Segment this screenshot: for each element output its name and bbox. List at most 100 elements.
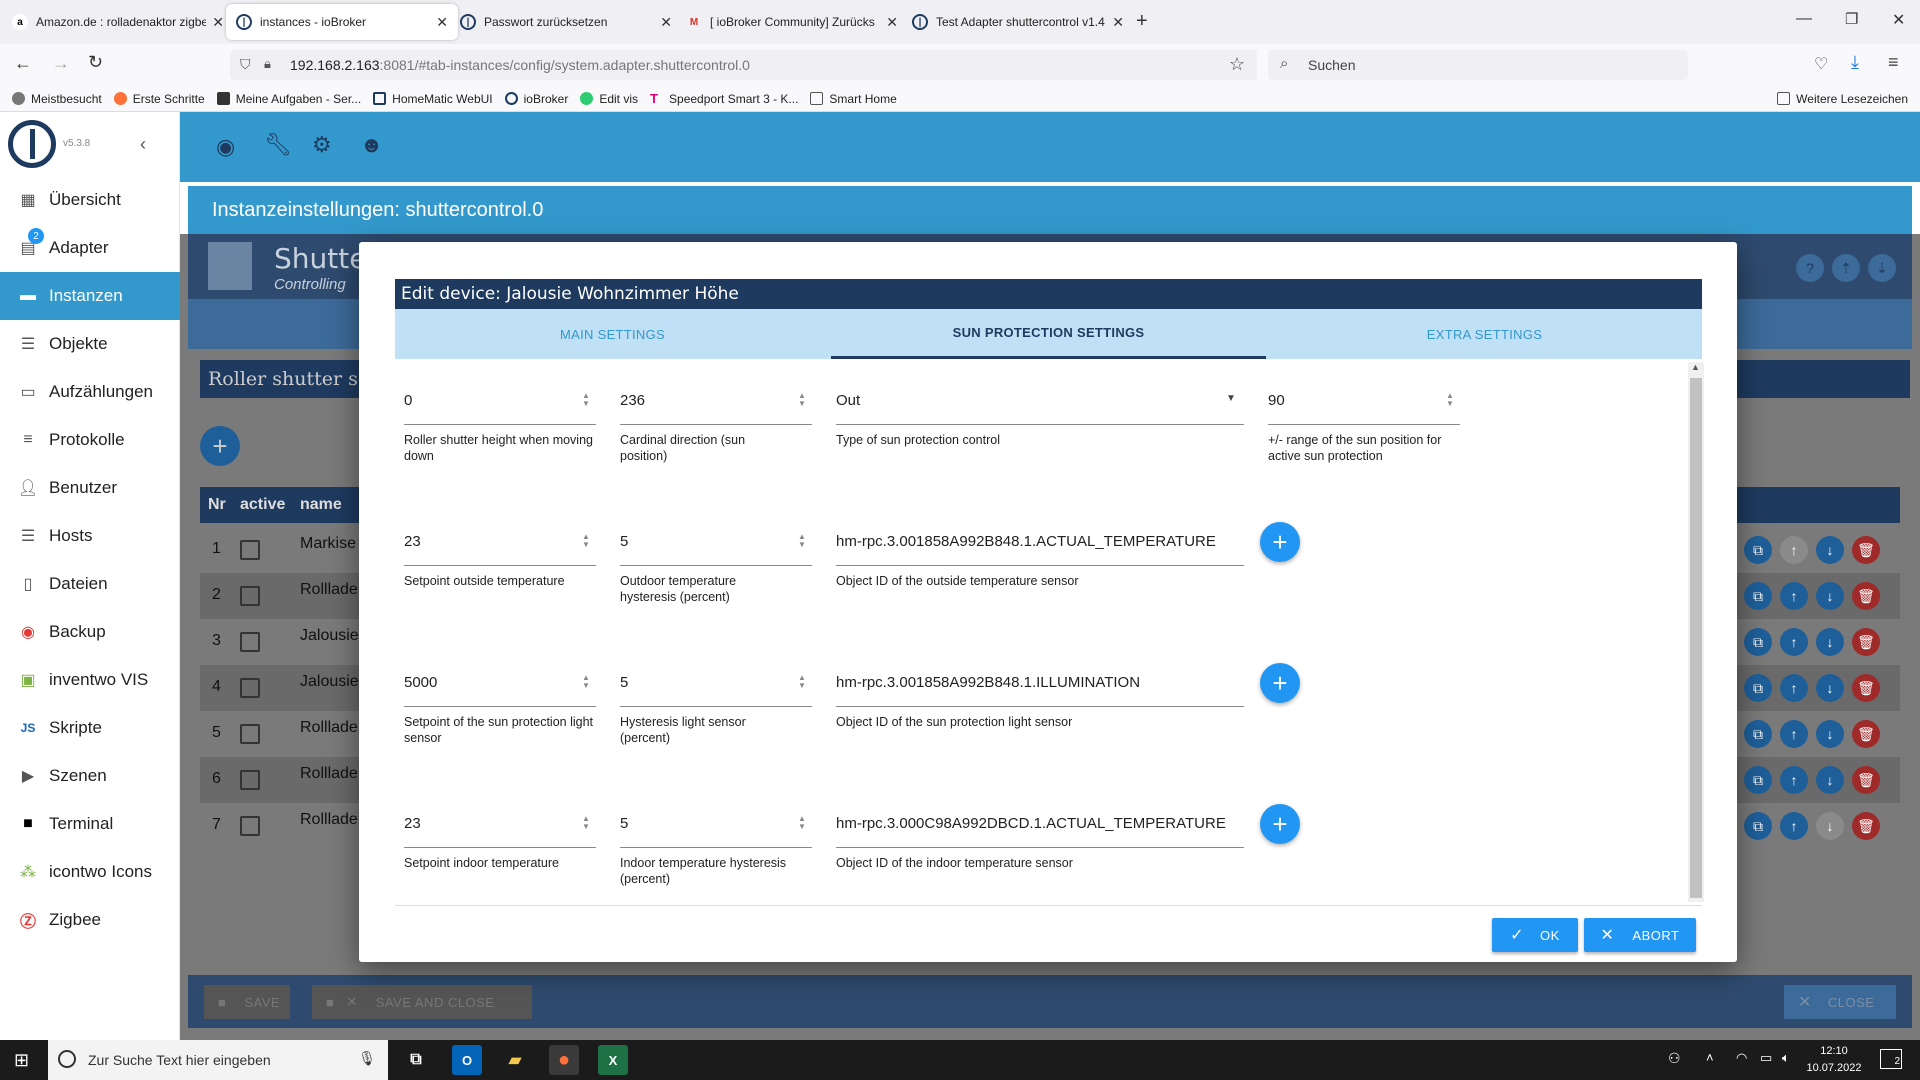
tab-sun-protection-settings[interactable]: SUN PROTECTION SETTINGS	[831, 309, 1266, 359]
delete-icon[interactable]: 🗑︎	[1852, 628, 1880, 656]
firefox-icon[interactable]: ●	[549, 1045, 579, 1075]
select-indoor-sensor-button[interactable]: +	[1260, 804, 1300, 844]
bookmark-item[interactable]: T Speedport Smart 3 - K...	[650, 92, 798, 106]
microphone-icon[interactable]: 🎙︎	[358, 1050, 376, 1067]
sidebar-item-icontwo-icons[interactable]: ⁂ icontwo Icons	[0, 848, 180, 896]
reload-icon[interactable]: ↻	[88, 52, 103, 73]
cardinal-input[interactable]: 236	[620, 390, 645, 412]
sidebar-item-instanzen[interactable]: ▬ Instanzen	[0, 272, 180, 320]
restore-icon[interactable]: ❐	[1845, 10, 1858, 28]
close-tab-icon[interactable]: ✕	[1112, 14, 1124, 31]
back-icon[interactable]: ←	[14, 53, 32, 74]
battery-icon[interactable]: ▭	[1760, 1050, 1772, 1066]
active-checkbox[interactable]	[240, 632, 260, 652]
active-checkbox[interactable]	[240, 816, 260, 836]
close-window-icon[interactable]: ✕	[1892, 10, 1905, 30]
copy-icon[interactable]: ⧉	[1744, 674, 1772, 702]
bookmark-star-icon[interactable]: ☆	[1229, 54, 1245, 75]
new-tab-icon[interactable]: +	[1136, 10, 1148, 33]
download-icon[interactable]: ⤓	[1851, 52, 1859, 73]
tab-main-settings[interactable]: MAIN SETTINGS	[395, 309, 830, 359]
wifi-icon[interactable]: ◠	[1736, 1050, 1747, 1066]
active-checkbox[interactable]	[240, 770, 260, 790]
pocket-icon[interactable]: ♡	[1814, 54, 1828, 74]
tray-chevron-icon[interactable]: ˄	[1706, 1050, 1714, 1065]
menu-icon[interactable]: ≡	[1888, 52, 1899, 73]
url-bar[interactable]: ⛉ 🔒︎ 192.168.2.163:8081/#tab-instances/c…	[230, 50, 1257, 80]
minimize-icon[interactable]: —	[1796, 10, 1812, 28]
sidebar-item-inventwo-vis[interactable]: ▣ inventwo VIS	[0, 656, 180, 704]
ok-button[interactable]: ✓ OK	[1492, 918, 1578, 952]
sidebar-item-skripte[interactable]: JS Skripte	[0, 704, 180, 752]
move-up-icon[interactable]: ↑	[1780, 812, 1808, 840]
active-checkbox[interactable]	[240, 678, 260, 698]
move-down-icon[interactable]: ↓	[1816, 628, 1844, 656]
copy-icon[interactable]: ⧉	[1744, 582, 1772, 610]
bookmark-item[interactable]: Edit vis	[580, 92, 638, 106]
sidebar-item-dateien[interactable]: ▯ Dateien	[0, 560, 180, 608]
indoor-sensor-input[interactable]: hm-rpc.3.000C98A992DBCD.1.ACTUAL_TEMPERA…	[836, 813, 1226, 835]
upload-icon[interactable]: ⇡	[1832, 254, 1860, 282]
bookmark-item[interactable]: Meistbesucht	[12, 92, 102, 106]
move-up-icon[interactable]: ↑	[1780, 628, 1808, 656]
setpoint-indoor-input[interactable]: 23	[404, 813, 421, 835]
sidebar-item-backup[interactable]: ◉ Backup	[0, 608, 180, 656]
outdoor-hysteresis-input[interactable]: 5	[620, 531, 628, 553]
light-hysteresis-input[interactable]: 5	[620, 672, 628, 694]
stepper-icon[interactable]: ▲ ▼	[580, 392, 592, 410]
stepper-icon[interactable]: ▲ ▼	[796, 674, 808, 692]
bookmark-item[interactable]: Erste Schritte	[113, 92, 205, 106]
move-down-icon[interactable]: ↓	[1816, 536, 1844, 564]
delete-icon[interactable]: 🗑︎	[1852, 536, 1880, 564]
windows-start-icon[interactable]: ⊞	[14, 1050, 29, 1071]
sidebar-item-adapter[interactable]: ▤ 2 Adapter	[0, 224, 180, 272]
sidebar-item-szenen[interactable]: ▶ Szenen	[0, 752, 180, 800]
abort-button[interactable]: ✕ ABORT	[1584, 918, 1696, 952]
range-input[interactable]: 90	[1268, 390, 1285, 412]
active-checkbox[interactable]	[240, 586, 260, 606]
scroll-up-icon[interactable]: ▲	[1691, 362, 1700, 372]
sun-type-select[interactable]: Out	[836, 390, 860, 412]
forward-icon[interactable]: →	[52, 53, 70, 74]
tab-extra-settings[interactable]: EXTRA SETTINGS	[1267, 309, 1702, 359]
copy-icon[interactable]: ⧉	[1744, 720, 1772, 748]
move-down-icon[interactable]: ↓	[1816, 674, 1844, 702]
sidebar-item-aufzaehlungen[interactable]: ▭ Aufzählungen	[0, 368, 180, 416]
copy-icon[interactable]: ⧉	[1744, 766, 1772, 794]
delete-icon[interactable]: 🗑︎	[1852, 582, 1880, 610]
move-up-icon[interactable]: ↑	[1780, 720, 1808, 748]
excel-icon[interactable]: X	[598, 1045, 628, 1075]
bookmark-item[interactable]: ioBroker	[504, 92, 568, 106]
browser-tab[interactable]: | Test Adapter shuttercontrol v1.4 ✕	[902, 4, 1134, 40]
bookmark-item[interactable]: Smart Home	[810, 92, 897, 106]
notifications-icon[interactable]: 2	[1880, 1049, 1902, 1069]
select-outside-sensor-button[interactable]: +	[1260, 522, 1300, 562]
outlook-icon[interactable]: O	[452, 1045, 482, 1075]
sidebar-item-objekte[interactable]: ☰ Objekte	[0, 320, 180, 368]
stepper-icon[interactable]: ▲ ▼	[796, 392, 808, 410]
download-config-icon[interactable]: ⇣	[1868, 254, 1896, 282]
gear-icon[interactable]: ⚙	[312, 132, 332, 158]
save-button[interactable]: ■ SAVE	[204, 985, 290, 1019]
wrench-icon[interactable]: 🔧︎	[264, 132, 292, 158]
indoor-hysteresis-input[interactable]: 5	[620, 813, 628, 835]
move-up-icon[interactable]: ↑	[1780, 766, 1808, 794]
move-down-icon[interactable]: ↓	[1816, 766, 1844, 794]
sidebar-item-hosts[interactable]: ☰ Hosts	[0, 512, 180, 560]
active-checkbox[interactable]	[240, 540, 260, 560]
search-input[interactable]: ⌕ Suchen	[1268, 50, 1688, 80]
setpoint-outside-input[interactable]: 23	[404, 531, 421, 553]
stepper-icon[interactable]: ▲ ▼	[796, 533, 808, 551]
move-down-icon[interactable]: ↓	[1816, 812, 1844, 840]
move-up-icon[interactable]: ↑	[1780, 582, 1808, 610]
stepper-icon[interactable]: ▲ ▼	[1444, 392, 1456, 410]
active-checkbox[interactable]	[240, 724, 260, 744]
sidebar-item-benutzer[interactable]: 👤︎ Benutzer	[0, 464, 180, 512]
stepper-icon[interactable]: ▲ ▼	[580, 815, 592, 833]
select-light-sensor-button[interactable]: +	[1260, 663, 1300, 703]
stepper-icon[interactable]: ▲ ▼	[580, 533, 592, 551]
outside-sensor-input[interactable]: hm-rpc.3.001858A992B848.1.ACTUAL_TEMPERA…	[836, 531, 1216, 553]
save-close-button[interactable]: ■ ✕ SAVE AND CLOSE	[312, 985, 532, 1019]
dropdown-arrow-icon[interactable]: ▼	[1226, 393, 1236, 404]
system-clock[interactable]: 12:10 10.07.2022	[1806, 1043, 1862, 1079]
